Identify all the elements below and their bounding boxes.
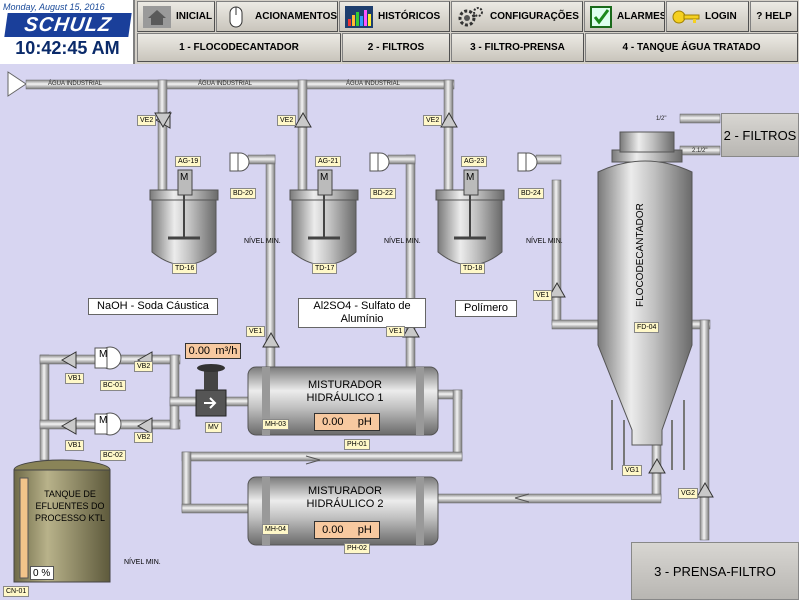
effluent-level-bar: [19, 477, 29, 579]
pipe-label: 2.1/2": [692, 148, 708, 154]
pipe-label: ÁGUA INDUSTRIAL: [48, 81, 103, 87]
polimero-label: Polímero: [455, 300, 517, 317]
vessel-tag[interactable]: FD-04: [634, 322, 660, 333]
valve-tag[interactable]: VE1: [386, 326, 406, 337]
flocodecantador-label: FLOCODECANTADOR: [635, 203, 646, 307]
mixer-2-label: MISTURADOR HIDRÁULICO 2: [306, 485, 384, 510]
mixer-1-label: MISTURADOR HIDRÁULICO 1: [306, 379, 384, 404]
flow-unit: m³/h: [215, 345, 238, 357]
nav-inicial-label: INICIAL: [176, 11, 213, 22]
level-min-label: NÍVEL MIN.: [244, 238, 281, 245]
pump-tag[interactable]: BC-02: [100, 450, 126, 461]
nav-login-label: LOGIN: [705, 11, 737, 22]
valve-tag[interactable]: VE2: [423, 115, 443, 126]
ph1-value: 0.00: [322, 416, 344, 428]
sulfato-label: Al2SO4 - Sulfato de Alumínio: [298, 298, 426, 328]
valve-tag[interactable]: VE2: [137, 115, 157, 126]
flow-value: 0.00: [188, 345, 211, 357]
naoh-label: NaOH - Soda Cáustica: [88, 298, 218, 315]
motor-label: M: [180, 172, 189, 183]
ph2-value: 0.00: [322, 524, 344, 536]
ph1-readout: 0.00 pH: [314, 413, 380, 431]
mouse-icon: [229, 6, 243, 27]
schulz-logo: SCHULZ: [4, 13, 132, 37]
home-icon: [143, 5, 171, 28]
date-display: Monday, August 15, 2016: [3, 2, 105, 12]
tank-tag[interactable]: TD-16: [172, 263, 198, 274]
level-min-label: NÍVEL MIN.: [384, 238, 421, 245]
motor-label: M: [99, 415, 108, 426]
pipe-label: ÁGUA INDUSTRIAL: [198, 81, 253, 87]
flow-readout: 0.00 m³/h: [185, 343, 241, 359]
nav-configuracoes-button[interactable]: CONFIGURAÇÕES: [451, 1, 583, 32]
mixer-tag[interactable]: MH-03: [262, 419, 290, 430]
nav-alarmes-button[interactable]: ALARMES: [584, 1, 665, 32]
mixer-tag[interactable]: MH-04: [262, 524, 290, 535]
valve-tag[interactable]: VB1: [65, 440, 85, 451]
valve-tag[interactable]: VB2: [134, 432, 154, 443]
chart-icon: [345, 5, 373, 28]
valve-tag[interactable]: VG1: [622, 465, 643, 476]
pump-tag[interactable]: BD-24: [518, 188, 544, 199]
clock-display: 10:42:45 AM: [15, 38, 120, 58]
tank-tag[interactable]: TD-17: [312, 263, 338, 274]
tab-filtros[interactable]: 2 - FILTROS: [342, 33, 450, 62]
motor-label: M: [99, 349, 108, 360]
agitator-tag[interactable]: AG-21: [315, 156, 342, 167]
valve-tag[interactable]: VG2: [678, 488, 699, 499]
industrial-water-line: [7, 71, 455, 201]
tank-tag[interactable]: TD-18: [460, 263, 486, 274]
tab-tanque-agua-tratado[interactable]: 4 - TANQUE ÁGUA TRATADO: [585, 33, 798, 62]
pump-tag[interactable]: BD-22: [370, 188, 396, 199]
nav-login-button[interactable]: LOGIN: [666, 1, 749, 32]
ph-sensor-tag[interactable]: PH-02: [344, 543, 370, 554]
goto-prensa-filtro-button[interactable]: 3 - PRENSA-FILTRO: [631, 542, 799, 600]
nav-historicos-button[interactable]: HISTÓRICOS: [339, 1, 450, 32]
ph2-unit: pH: [357, 524, 372, 536]
motor-label: M: [466, 172, 475, 183]
effluent-tank-label: TANQUE DE EFLUENTES DO PROCESSO KTL: [34, 489, 106, 523]
motor-label: M: [320, 172, 329, 183]
ph2-readout: 0.00 pH: [314, 521, 380, 539]
checkbox-icon: [590, 5, 612, 28]
level-min-label: NÍVEL MIN.: [526, 238, 563, 245]
ph-sensor-tag[interactable]: PH-01: [344, 439, 370, 450]
key-icon: [672, 10, 700, 23]
nav-alarmes-label: ALARMES: [617, 11, 665, 22]
nav-help-label: ? HELP: [756, 11, 792, 22]
nav-configuracoes-label: CONFIGURAÇÕES: [490, 11, 579, 22]
nav-inicial-button[interactable]: INICIAL: [137, 1, 215, 32]
ph1-unit: pH: [357, 416, 372, 428]
tank-tag[interactable]: CN-01: [3, 586, 30, 597]
goto-filtros-button[interactable]: 2 - FILTROS: [721, 113, 799, 157]
effluent-level-readout: 0 %: [30, 566, 54, 580]
brand-panel: Monday, August 15, 2016 SCHULZ 10:42:45 …: [0, 0, 135, 64]
valve-tag[interactable]: VE1: [533, 290, 553, 301]
pump-tag[interactable]: BC-01: [100, 380, 126, 391]
level-min-label: NÍVEL MIN.: [124, 559, 161, 566]
tab-flocodecantador[interactable]: 1 - FLOCODECANTADOR: [137, 33, 341, 62]
valve-tag[interactable]: VB2: [134, 361, 154, 372]
nav-acionamentos-button[interactable]: ACIONAMENTOS: [216, 1, 338, 32]
pipe-label: ÁGUA INDUSTRIAL: [346, 81, 401, 87]
nav-help-button[interactable]: ? HELP: [750, 1, 798, 32]
valve-tag[interactable]: VB1: [65, 373, 85, 384]
nav-acionamentos-label: ACIONAMENTOS: [255, 11, 338, 22]
gears-icon: [458, 6, 483, 26]
nav-historicos-label: HISTÓRICOS: [378, 11, 441, 22]
tab-filtro-prensa[interactable]: 3 - FILTRO-PRENSA: [451, 33, 584, 62]
meter-tag[interactable]: MV: [205, 422, 222, 433]
valve-tag[interactable]: VE1: [246, 326, 266, 337]
agitator-tag[interactable]: AG-23: [461, 156, 488, 167]
agitator-tag[interactable]: AG-19: [175, 156, 202, 167]
pump-tag[interactable]: BD-20: [230, 188, 256, 199]
valve-tag[interactable]: VE2: [277, 115, 297, 126]
pipe-label: 1/2": [656, 116, 667, 122]
